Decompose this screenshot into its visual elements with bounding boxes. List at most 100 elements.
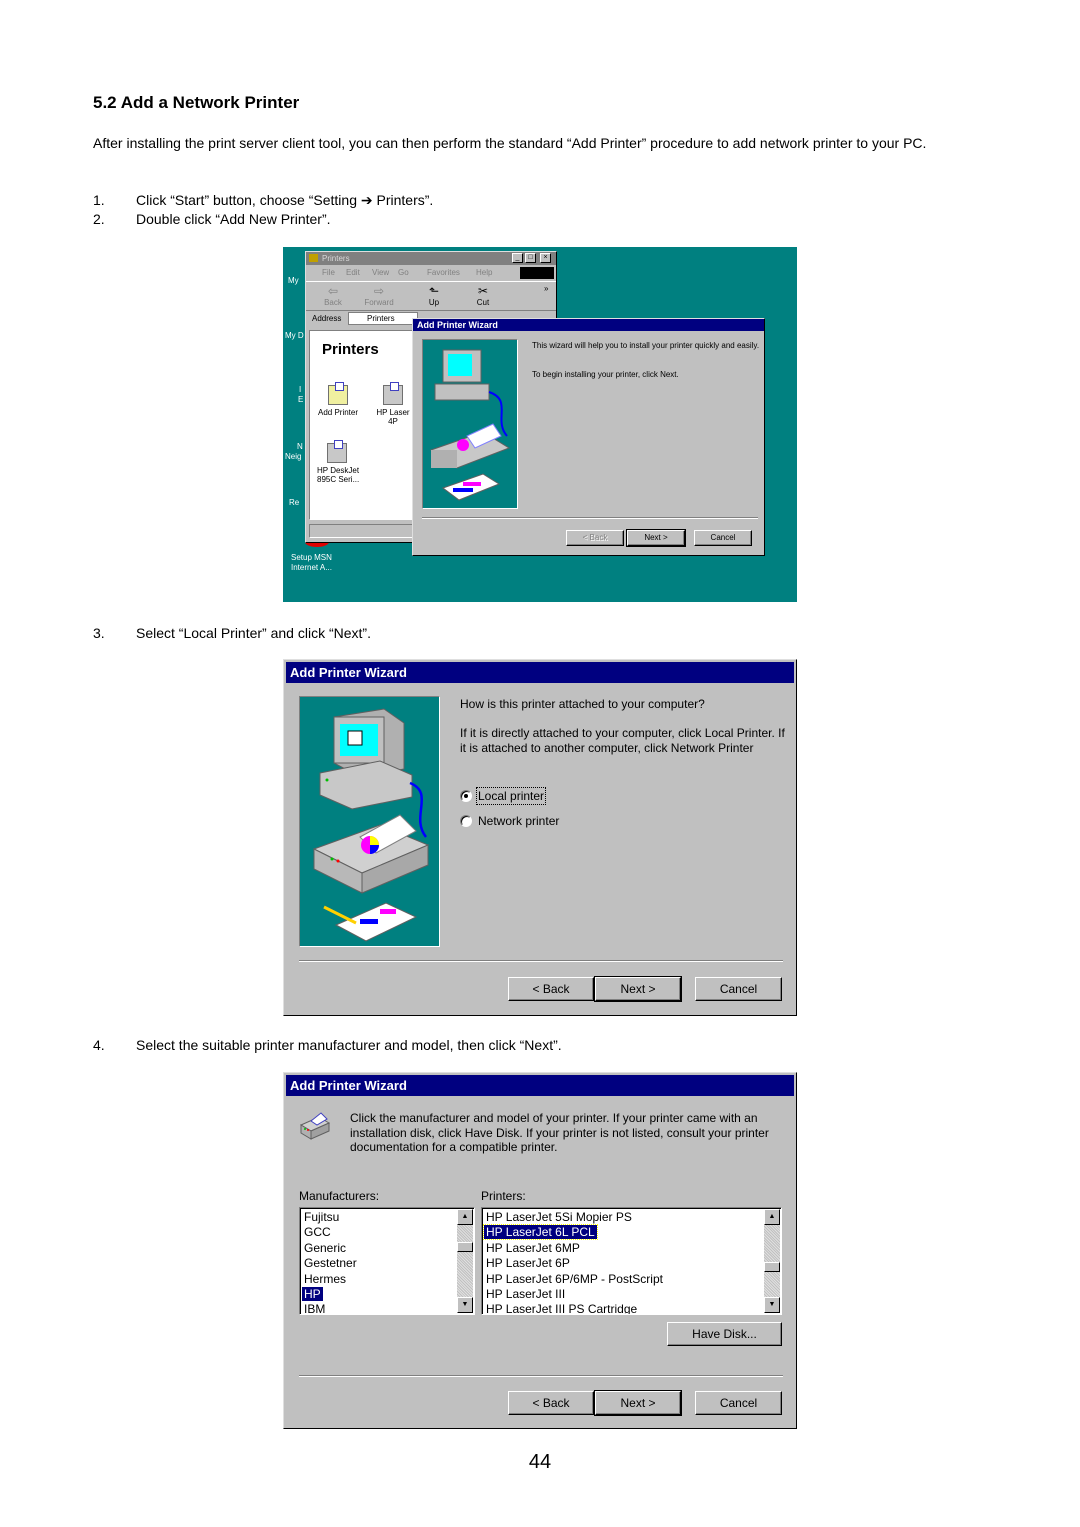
desktop-icon-label[interactable]: Neig <box>285 452 301 462</box>
desktop-icon-label[interactable]: My D <box>285 331 304 341</box>
menu-help[interactable]: Help <box>476 265 492 281</box>
wizard-explanation: If it is directly attached to your compu… <box>460 726 785 755</box>
cancel-button[interactable]: Cancel <box>695 1391 782 1415</box>
list-item[interactable]: Hermes <box>300 1272 474 1287</box>
printers-listbox[interactable]: HP LaserJet 5Si Mopier PS HP LaserJet 6L … <box>481 1207 782 1315</box>
printer-item-hp-deskjet[interactable]: HP DeskJet 895C Seri... <box>313 425 363 493</box>
step-1: 1. Click “Start” button, choose “Setting … <box>93 192 434 208</box>
next-button[interactable]: Next > <box>594 1390 682 1416</box>
cancel-button[interactable]: Cancel <box>694 530 752 546</box>
step-4: 4. Select the suitable printer manufactur… <box>93 1037 562 1053</box>
menu-favorites[interactable]: Favorites <box>427 265 460 281</box>
add-printer-item[interactable]: Add Printer <box>313 367 363 426</box>
list-item[interactable]: HP LaserJet III <box>482 1287 781 1302</box>
wizard-instructions: Click the manufacturer and model of your… <box>350 1111 769 1154</box>
list-item[interactable]: IBM <box>300 1302 474 1314</box>
address-label: Address <box>312 314 342 323</box>
printer-icon <box>299 1112 331 1140</box>
have-disk-button[interactable]: Have Disk... <box>667 1322 782 1346</box>
address-input[interactable]: Printers <box>348 312 418 325</box>
local-printer-radio[interactable]: Local printer <box>460 787 547 805</box>
next-button[interactable]: Next > <box>594 976 682 1002</box>
wizard-begin-text: To begin installing your printer, click … <box>532 370 679 379</box>
desktop-icon-label[interactable]: I <box>299 385 301 395</box>
menu-edit[interactable]: Edit <box>346 265 360 281</box>
printer-icon <box>383 382 403 405</box>
list-item[interactable]: HP LaserJet 6MP <box>482 1241 781 1256</box>
up-folder-icon: ⬑ <box>428 284 440 298</box>
back-button[interactable]: ⇦ Back <box>316 284 350 307</box>
manufacturers-label: Manufacturers: <box>299 1189 380 1203</box>
step-3: 3. Select “Local Printer” and click “Next… <box>93 625 371 641</box>
maximize-button[interactable]: □ <box>525 253 536 263</box>
screenshot-printers-folder: My My D I E N Neig Re Setup MSN Internet… <box>283 247 797 602</box>
status-bar <box>309 524 413 538</box>
back-button[interactable]: < Back <box>566 530 624 546</box>
list-item[interactable]: Fujitsu <box>300 1210 474 1225</box>
desktop-icon-label[interactable]: N <box>297 442 303 452</box>
network-printer-radio[interactable]: Network printer <box>460 814 559 828</box>
cancel-button[interactable]: Cancel <box>695 977 782 1001</box>
wizard-illustration <box>299 696 440 947</box>
close-button[interactable]: × <box>540 253 551 263</box>
menu-view[interactable]: View <box>372 265 389 281</box>
list-item[interactable]: Gestetner <box>300 1256 474 1271</box>
list-item[interactable]: HP LaserJet 5Si Mopier PS <box>482 1210 781 1225</box>
menu-file[interactable]: File <box>322 265 335 281</box>
computer-printer-illustration <box>312 708 430 942</box>
page-number: 44 <box>528 1451 552 1473</box>
back-button[interactable]: < Back <box>508 977 594 1001</box>
wizard-titlebar[interactable]: Add Printer Wizard <box>286 662 794 683</box>
list-item[interactable]: Generic <box>300 1241 474 1256</box>
step-2: 2. Double click “Add New Printer”. <box>93 211 331 227</box>
network-printer-label[interactable]: Network printer <box>478 814 559 828</box>
toolbar-overflow-chevron-icon[interactable]: » <box>544 284 548 293</box>
local-printer-label[interactable]: Local printer <box>475 787 547 805</box>
windows-logo-icon <box>520 267 554 279</box>
desktop-icon-label[interactable]: My <box>288 276 299 286</box>
add-printer-wizard-welcome: Add Printer Wizard This wizard will help… <box>412 318 765 556</box>
printers-label: Printers: <box>481 1189 526 1203</box>
folder-pane: Printers Add Printer HP Laser 4P HP Desk… <box>309 330 413 520</box>
wizard-illustration <box>422 339 518 509</box>
menu-go[interactable]: Go <box>398 265 409 281</box>
radio-unselected[interactable] <box>460 815 472 827</box>
back-arrow-icon: ⇦ <box>327 284 339 298</box>
list-item[interactable]: HP LaserJet 6L PCL <box>482 1224 781 1241</box>
screenshot-select-model: Add Printer Wizard Click the manufacture… <box>283 1072 797 1429</box>
minimize-button[interactable]: _ <box>512 253 523 263</box>
add-printer-icon <box>328 382 348 405</box>
desktop-icon-label[interactable]: E <box>298 395 303 405</box>
forward-button[interactable]: ⇨ Forward <box>362 284 396 307</box>
radio-selected[interactable] <box>460 790 472 802</box>
list-item[interactable]: HP LaserJet 6P/6MP - PostScript <box>482 1272 781 1287</box>
scroll-down-arrow-icon[interactable]: ▼ <box>764 1297 780 1313</box>
list-item[interactable]: GCC <box>300 1225 474 1240</box>
list-item[interactable]: HP LaserJet III PS Cartridge <box>482 1302 781 1314</box>
printers-window-titlebar[interactable]: Printers _ □ × <box>306 252 556 265</box>
computer-printer-illustration <box>429 349 511 501</box>
separator <box>299 1375 783 1377</box>
scroll-up-arrow-icon[interactable]: ▲ <box>764 1209 780 1225</box>
desktop-icon-label-setup-msn[interactable]: Setup MSN Internet A... <box>291 553 332 573</box>
scroll-thumb[interactable] <box>764 1262 780 1272</box>
up-button[interactable]: ⬑ Up <box>417 284 451 307</box>
folder-icon <box>309 254 318 262</box>
manufacturers-listbox[interactable]: Fujitsu GCC Generic Gestetner Hermes HP IBM ▲ … <box>299 1207 475 1315</box>
list-item[interactable]: HP <box>300 1286 474 1302</box>
scroll-up-arrow-icon[interactable]: ▲ <box>457 1209 473 1225</box>
cut-button[interactable]: ✂ Cut <box>466 284 500 307</box>
printer-item-hp-laserjet[interactable]: HP Laser 4P <box>368 367 418 435</box>
wizard-titlebar[interactable]: Add Printer Wizard <box>286 1075 794 1096</box>
folder-heading: Printers <box>322 341 379 358</box>
scissors-icon: ✂ <box>477 284 489 298</box>
scroll-thumb[interactable] <box>457 1242 473 1252</box>
list-item[interactable]: HP LaserJet 6P <box>482 1256 781 1271</box>
desktop-icon-label[interactable]: Re <box>289 498 299 508</box>
printers-scrollbar[interactable]: ▲ ▼ <box>764 1209 780 1313</box>
scroll-down-arrow-icon[interactable]: ▼ <box>457 1297 473 1313</box>
next-button[interactable]: Next > <box>626 529 686 547</box>
manufacturers-scrollbar[interactable]: ▲ ▼ <box>457 1209 473 1313</box>
back-button[interactable]: < Back <box>508 1391 594 1415</box>
wizard-titlebar[interactable]: Add Printer Wizard <box>413 319 764 331</box>
